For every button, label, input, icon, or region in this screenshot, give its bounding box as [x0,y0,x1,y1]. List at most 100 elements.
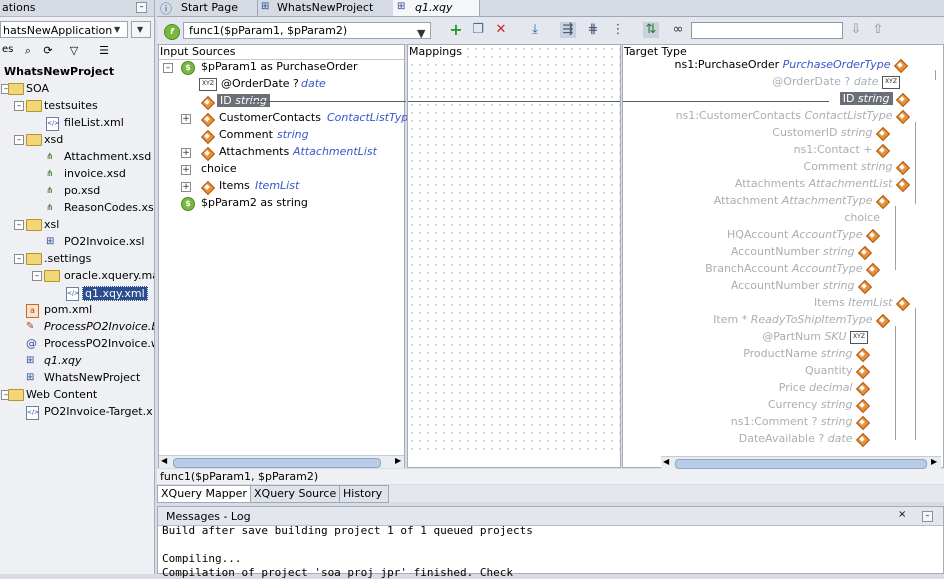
arrow-down-icon[interactable]: ⇩ [848,22,864,38]
scroll-right-icon[interactable]: ▶ [931,457,937,466]
mappings-scrollbar [408,455,620,467]
element-icon [896,178,908,190]
element-icon [866,229,878,241]
tab-q1-xqy[interactable]: ⊞ q1.xqy [393,0,480,16]
status-text: func1($pParam1, $pParam2) [160,470,319,483]
element-icon [896,110,908,122]
scroll-thumb[interactable] [173,458,381,468]
mappings-header: Mappings [409,45,466,58]
bpel-file-icon: ✎ [26,321,35,332]
target-node[interactable]: ns1:CustomerContacts ContactListType [676,109,908,126]
target-node[interactable]: Price decimal [779,381,868,398]
project-icon: ⊞ [261,1,270,12]
folder-icon [8,83,24,95]
input-sources-pane: Input Sources – $ $pParam1 as PurchaseOrde… [158,44,408,468]
target-node[interactable]: Currency string [768,398,868,415]
close-icon[interactable]: × [898,509,906,520]
tab-start-page[interactable]: ⓘ Start Page [157,0,258,16]
arrow-up-icon[interactable]: ⇧ [870,22,886,38]
filter-icon[interactable]: ▽ [66,43,82,59]
xml-file-icon: </> [46,117,59,131]
scroll-thumb[interactable] [675,459,927,469]
application-select[interactable]: hatsNewApplication ▼ [0,21,128,38]
import-icon[interactable]: ⤓ [527,22,543,38]
target-node[interactable]: @PartNum SKU XYZ [762,330,868,347]
target-node-selected[interactable]: ID string [839,92,908,109]
target-node[interactable]: CustomerID string [772,126,888,143]
ellipsis-text: es [2,44,14,55]
target-node[interactable]: @OrderDate ? date XYZ [772,75,900,92]
maven-file-icon: a [26,304,39,318]
element-icon [866,263,878,275]
variable-icon: $ [181,61,195,75]
options-icon[interactable]: ☰ [96,43,112,59]
scroll-left-icon[interactable]: ◀ [161,456,167,465]
folder-icon [26,100,42,112]
mappings-pane[interactable]: Mappings [407,44,621,468]
target-node[interactable]: ns1:PurchaseOrder PurchaseOrderType [675,58,907,75]
log-line: Compiling... [162,552,242,565]
applications-panel: ations – hatsNewApplication ▼ ▼ es ⌕ ⟳ ▽… [0,0,155,574]
tab-xquery-mapper[interactable]: XQuery Mapper [157,485,251,503]
scroll-left-icon[interactable]: ◀ [663,457,669,466]
add-icon[interactable]: + [448,22,464,38]
wsdl-file-icon: @ [26,337,37,350]
delete-icon[interactable]: ✕ [493,22,509,38]
refresh-icon[interactable]: ⟳ [40,43,56,59]
chevron-down-icon: ▼ [417,27,426,40]
target-node[interactable]: BranchAccount AccountType [705,262,878,279]
target-node[interactable]: choice [844,211,880,228]
target-node[interactable]: DateAvailable ? date [739,432,868,449]
target-scrollbar[interactable]: ◀ ▶ [661,456,941,469]
element-icon [858,280,870,292]
function-select[interactable]: func1($pParam1, $pParam2) ▼ [183,22,431,40]
xquery-file-icon: ⊞ [397,1,406,12]
target-node[interactable]: AccountNumber string [731,245,870,262]
source-scrollbar[interactable]: ◀ ▶ [159,455,404,468]
variable-icon: $ [181,197,195,211]
target-node[interactable]: ns1:Contact + [794,143,888,160]
folder-icon [8,389,24,401]
binoculars-icon[interactable]: ∞ [670,22,686,38]
messages-title: Messages - Log [166,510,251,523]
new-node-icon[interactable]: ❐ [470,22,486,38]
element-icon [856,433,868,445]
xsl-file-icon: ⊞ [46,236,55,247]
element-icon [201,147,213,159]
scroll-right-icon[interactable]: ▶ [395,456,401,465]
element-icon [856,382,868,394]
target-node[interactable]: AccountNumber string [731,279,870,296]
layout-icon[interactable]: ⇶ [560,22,576,38]
search-input[interactable] [691,22,843,39]
tab-history[interactable]: History [339,485,389,503]
target-node[interactable]: Attachments AttachmentList [735,177,908,194]
target-node[interactable]: ns1:Comment ? string [731,415,868,432]
application-menu-button[interactable]: ▼ [131,21,151,38]
target-node[interactable]: Attachment AttachmentType [714,194,888,211]
element-icon [201,113,213,125]
target-node[interactable]: Item * ReadyToShipItemType [713,313,888,330]
panel-titlebar: ations – [0,0,154,17]
application-select-value: hatsNewApplication [3,24,113,37]
search-icon[interactable]: ⌕ [20,43,36,59]
minimize-icon[interactable]: – [922,511,933,522]
hierarchy-icon[interactable]: ⋮ [610,22,626,38]
link-icon[interactable]: ⇅ [643,22,659,38]
folder-icon [26,253,42,265]
attribute-icon: XYZ [850,330,868,344]
tree-view-icon[interactable]: ⋕ [585,22,601,38]
element-icon [896,93,908,105]
folder-icon [26,134,42,146]
target-node[interactable]: Quantity [805,364,868,381]
element-icon [876,314,888,326]
target-node[interactable]: HQAccount AccountType [727,228,878,245]
target-node[interactable]: Items ItemList [814,296,908,313]
target-node[interactable]: Comment string [804,160,908,177]
target-node[interactable]: ProductName string [743,347,868,364]
function-icon[interactable]: f [164,24,180,40]
minimize-icon[interactable]: – [136,2,147,13]
element-icon [201,181,213,193]
log-line: Build after save building project 1 of 1… [162,524,533,537]
tab-xquery-source[interactable]: XQuery Source [250,485,340,503]
tab-whatsnewproject[interactable]: ⊞ WhatsNewProject [257,0,394,16]
